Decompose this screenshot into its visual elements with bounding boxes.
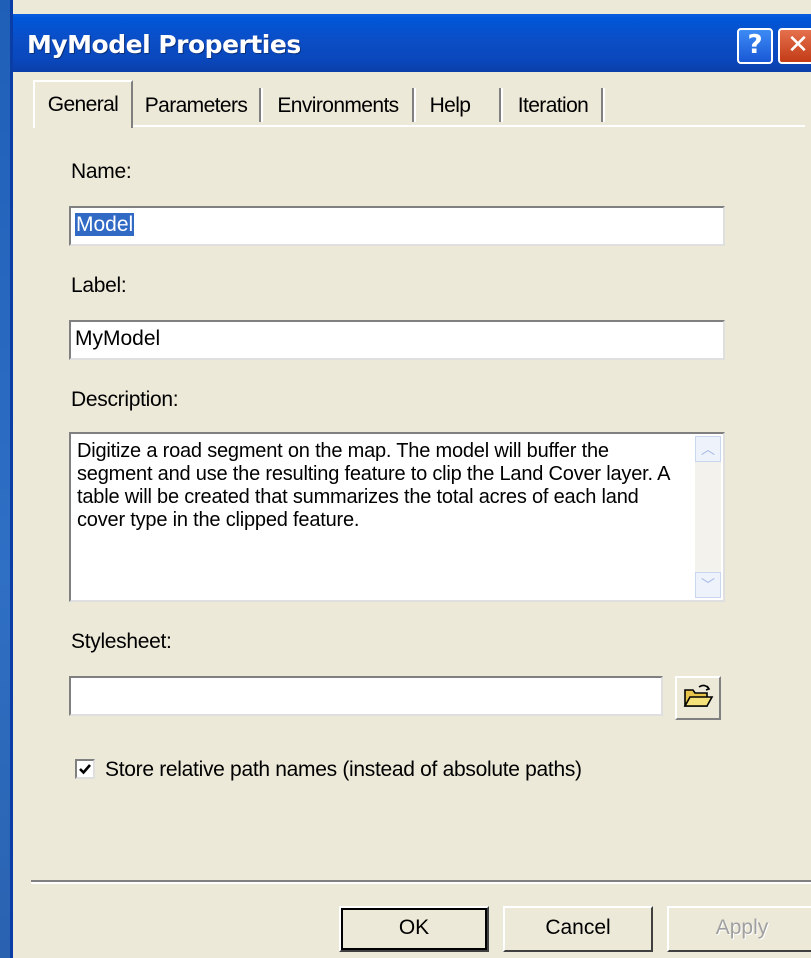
tab-separator	[499, 88, 503, 122]
description-label: Description:	[71, 388, 179, 411]
footer-divider	[31, 880, 811, 884]
cancel-button[interactable]: Cancel	[503, 906, 653, 952]
tab-strip: General Parameters Environments Help Ite…	[33, 80, 793, 128]
tab-separator	[412, 88, 416, 122]
title-bar[interactable]: MyModel Properties ? ✕	[13, 14, 811, 72]
tab-help[interactable]: Help	[417, 86, 483, 126]
label-label: Label:	[71, 274, 127, 297]
stylesheet-input[interactable]	[69, 676, 663, 716]
tab-environments[interactable]: Environments	[265, 86, 411, 126]
name-label: Name:	[71, 160, 132, 183]
tab-separator	[259, 88, 263, 122]
folder-open-icon	[683, 684, 714, 707]
ok-button[interactable]: OK	[339, 906, 489, 952]
relative-paths-checkbox[interactable]	[75, 759, 95, 779]
close-button[interactable]: ✕	[778, 28, 811, 64]
browse-stylesheet-button[interactable]	[675, 676, 721, 720]
scroll-up-arrow-icon[interactable]: ︿	[695, 436, 721, 462]
properties-dialog: MyModel Properties ? ✕ General Parameter…	[10, 0, 811, 958]
tab-general[interactable]: General	[33, 80, 133, 128]
apply-button[interactable]: Apply	[667, 906, 811, 952]
label-input[interactable]: MyModel	[69, 320, 725, 360]
help-button[interactable]: ?	[737, 28, 773, 64]
close-icon: ✕	[787, 30, 809, 60]
name-value: Model	[75, 213, 135, 236]
description-text: Digitize a road segment on the map. The …	[77, 440, 670, 531]
tab-iteration[interactable]: Iteration	[505, 86, 601, 126]
description-scrollbar[interactable]: ︿ ﹀	[695, 436, 721, 598]
stylesheet-label: Stylesheet:	[71, 630, 172, 653]
scroll-down-arrow-icon[interactable]: ﹀	[695, 572, 721, 598]
checkmark-icon	[79, 764, 91, 775]
window-title: MyModel Properties	[27, 30, 301, 59]
tab-parameters[interactable]: Parameters	[135, 86, 257, 126]
name-input[interactable]: Model	[69, 206, 725, 246]
description-textarea[interactable]: Digitize a road segment on the map. The …	[69, 432, 725, 602]
tab-separator	[601, 88, 605, 122]
relative-paths-label[interactable]: Store relative path names (instead of ab…	[105, 758, 582, 782]
